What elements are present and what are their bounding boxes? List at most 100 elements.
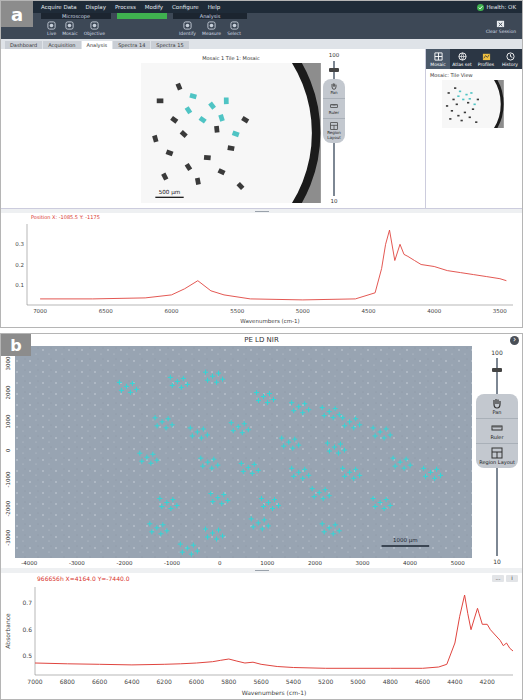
particle[interactable] (161, 172, 168, 180)
toolbar-button[interactable]: Identify (179, 21, 196, 36)
analysis-marker[interactable] (310, 486, 332, 501)
x-tick: 6200 (157, 678, 172, 685)
analysis-marker[interactable] (203, 370, 225, 385)
particle[interactable] (176, 82, 183, 90)
tool-button[interactable]: Ruler (323, 99, 345, 119)
analysis-marker[interactable] (391, 456, 413, 471)
analysis-marker[interactable] (147, 521, 169, 536)
analysis-marker[interactable] (421, 466, 443, 481)
clear-session-button[interactable]: Clear Session (486, 19, 516, 34)
analysis-marker[interactable] (198, 456, 220, 471)
tab[interactable]: Analysis (82, 41, 113, 49)
sample-image[interactable]: 1000 µm-4000-3000-2000-10000100020003000… (1, 346, 472, 568)
particle[interactable] (236, 181, 244, 189)
zoom-thumb[interactable] (492, 368, 502, 372)
analysis-marker[interactable] (320, 521, 342, 536)
particle[interactable] (232, 130, 240, 137)
spectrum-button[interactable]: i (506, 575, 518, 582)
particle[interactable] (180, 129, 188, 137)
analysis-marker[interactable] (137, 451, 159, 466)
mosaic-image[interactable]: 500 µm (141, 63, 321, 203)
particle[interactable] (241, 116, 249, 123)
particle[interactable] (204, 154, 211, 159)
toolbar-button[interactable]: Live (47, 21, 56, 36)
analysis-marker[interactable] (289, 400, 311, 415)
particle[interactable] (199, 115, 207, 123)
spectrum-button[interactable]: ... (492, 575, 504, 582)
analysis-marker[interactable] (320, 405, 342, 420)
particle[interactable] (218, 114, 224, 122)
spectrum-chart[interactable]: 0.10.20.37000650060005500500045004000350… (1, 221, 522, 327)
analysis-marker[interactable] (371, 496, 393, 511)
zoom-thumb[interactable] (329, 68, 339, 72)
analysis-marker[interactable] (153, 415, 175, 430)
analysis-marker[interactable] (279, 436, 301, 451)
particle[interactable] (166, 149, 174, 156)
analysis-marker[interactable] (259, 496, 281, 511)
analysis-marker[interactable] (371, 425, 393, 440)
analysis-marker[interactable] (249, 516, 271, 531)
toolbar-button[interactable]: Objective (84, 21, 105, 36)
particle[interactable] (185, 162, 193, 170)
particle[interactable] (214, 125, 219, 132)
tab[interactable]: Spectra 15 (151, 41, 188, 49)
menu-item[interactable]: Process (115, 4, 136, 10)
particle[interactable] (189, 92, 197, 98)
particle[interactable] (185, 106, 193, 114)
analysis-marker[interactable] (203, 527, 225, 542)
menu-item[interactable]: Help (208, 4, 221, 10)
particle[interactable] (224, 97, 229, 104)
x-tick: 4000 (427, 308, 441, 314)
analysis-marker[interactable] (168, 375, 190, 390)
menu-item[interactable]: Configure (172, 4, 199, 10)
toolbar-button[interactable]: Measure (202, 21, 221, 36)
analysis-marker[interactable] (289, 466, 311, 481)
tab[interactable]: Dashboard (5, 41, 42, 49)
spectrum-chart[interactable]: 0.50.60.77000680066006400620060005800560… (1, 583, 522, 699)
particle[interactable] (170, 115, 178, 123)
sidebar-tab[interactable]: Mosaic (426, 49, 450, 69)
x-tick: 4600 (415, 678, 430, 685)
collapse-button[interactable]: › (510, 336, 519, 345)
particle[interactable] (152, 134, 158, 142)
analysis-marker[interactable] (229, 420, 251, 435)
sidebar-tab[interactable]: Atlas set (450, 49, 474, 69)
tab[interactable]: Spectra 14 (113, 41, 150, 49)
tool-button[interactable]: Ruler (476, 419, 518, 444)
analysis-marker[interactable] (117, 380, 139, 395)
analysis-marker[interactable] (239, 461, 261, 476)
tool-button[interactable]: Pan (476, 394, 518, 419)
analysis-marker[interactable] (208, 491, 230, 506)
y-axis-label: Absorbance (4, 613, 11, 649)
particle[interactable] (227, 145, 234, 151)
mosaic-thumbnail[interactable] (442, 80, 504, 128)
toolbar-button[interactable]: Select (227, 21, 241, 36)
analysis-marker[interactable] (325, 441, 347, 456)
particle[interactable] (218, 168, 226, 175)
analysis-marker[interactable] (178, 542, 200, 557)
particle[interactable] (195, 177, 201, 184)
tab[interactable]: Acquisition (43, 41, 80, 49)
menu-item[interactable]: Display (86, 4, 106, 10)
figure-label: a (1, 1, 33, 27)
sidebar-tab[interactable]: History (498, 49, 522, 69)
analysis-marker[interactable] (188, 425, 210, 440)
sidebar-tab[interactable]: Profiles (474, 49, 498, 69)
zoom-control: 10010PanRulerRegion Layout (321, 49, 347, 208)
analysis-marker[interactable] (254, 390, 276, 405)
analysis-marker[interactable] (157, 496, 179, 511)
particle[interactable] (208, 101, 216, 109)
toolbar-button[interactable]: Mosaic (62, 21, 77, 36)
analysis-marker[interactable] (340, 466, 362, 481)
tool-button[interactable]: Region Layout (323, 119, 345, 143)
menu-item[interactable]: Modify (145, 4, 163, 10)
tool-icon (183, 21, 192, 30)
particle[interactable] (157, 98, 164, 103)
menu-item[interactable]: Acquire Data (41, 4, 77, 10)
analysis-marker[interactable] (340, 415, 362, 430)
tool-button[interactable]: Region Layout (476, 444, 518, 468)
tool-button[interactable]: Pan (323, 79, 345, 99)
tool-icon (47, 21, 56, 30)
x-tick: 6000 (189, 678, 204, 685)
spectrum-line (35, 595, 513, 668)
